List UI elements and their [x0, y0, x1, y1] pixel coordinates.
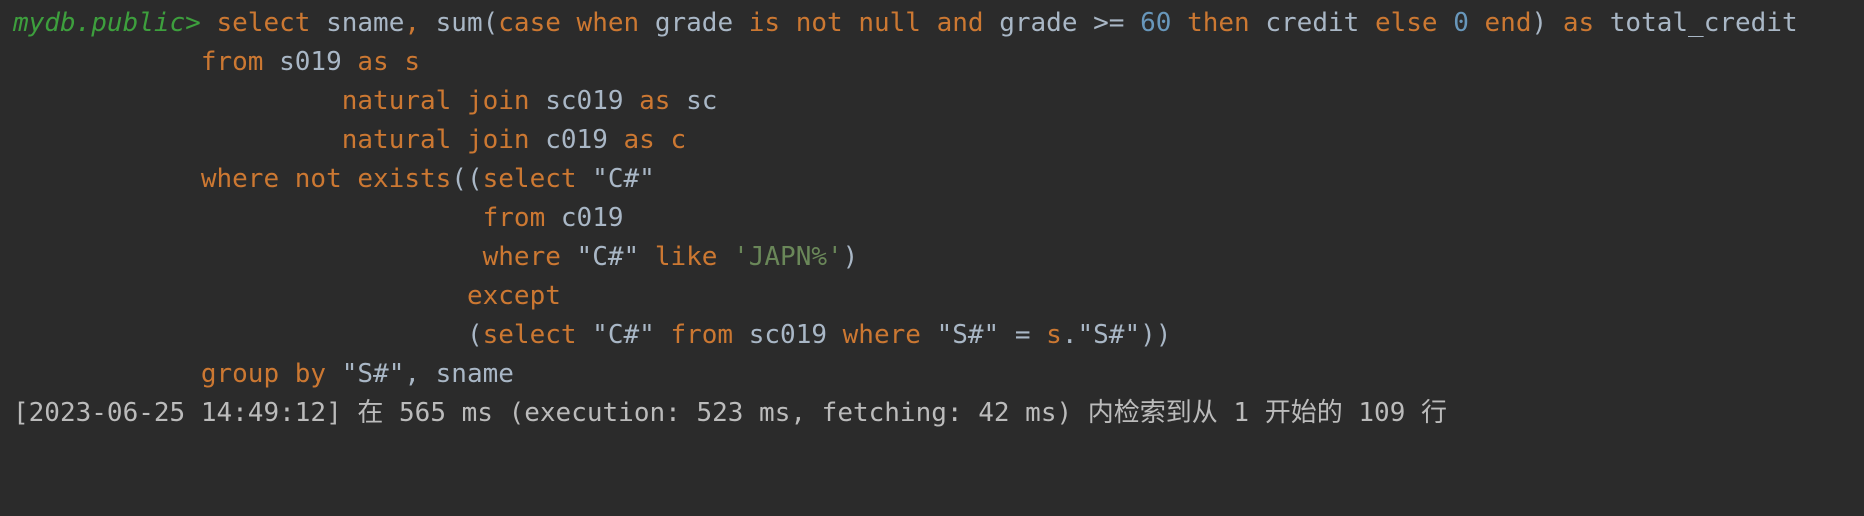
sql-token: s019: [263, 47, 358, 77]
sql-token: where: [842, 320, 921, 350]
sql-token: 60: [1140, 8, 1172, 38]
sql-token: select: [216, 8, 311, 38]
sql-token: natural join: [341, 86, 530, 116]
sql-token: as s: [357, 47, 421, 77]
console-prompt: mydb.public>: [13, 8, 201, 38]
sql-token: except: [466, 281, 561, 311]
sql-token: where not exists: [200, 164, 452, 194]
sql-token: grade: [639, 8, 749, 38]
sql-token: select: [482, 164, 577, 194]
sql-console[interactable]: mydb.public> select sname, sum(case when…: [0, 0, 1864, 516]
sql-token: total_credit: [1594, 8, 1798, 38]
sql-token: select: [482, 320, 577, 350]
sql-token: (: [466, 320, 483, 350]
sql-token: c019: [545, 203, 624, 233]
sql-token: ): [842, 242, 859, 272]
sql-token: as c: [623, 125, 687, 155]
sql-token: as: [1562, 8, 1595, 38]
sql-token: 0: [1437, 8, 1469, 38]
sql-token: "C#": [576, 164, 655, 194]
sql-token: from: [670, 320, 734, 350]
sql-token: like: [654, 242, 718, 272]
sql-token: sc019: [733, 320, 843, 350]
query-status-message: [2023-06-25 14:49:12] 在 565 ms (executio…: [13, 398, 1447, 428]
sql-token: s: [1046, 320, 1062, 350]
sql-token: group by: [200, 359, 327, 389]
sql-token: from: [200, 47, 264, 77]
sql-token: else: [1374, 8, 1438, 38]
sql-token: is not null and: [748, 8, 984, 38]
sql-token: ,: [404, 8, 420, 38]
sql-token: "S#", sname: [326, 359, 514, 389]
sql-token: grade >=: [983, 8, 1141, 38]
sql-token: natural join: [341, 125, 530, 155]
sql-token: 'JAPN%': [717, 242, 843, 272]
sql-token: then: [1171, 8, 1250, 38]
sql-token: end: [1468, 8, 1532, 38]
sql-token: as: [639, 86, 671, 116]
sql-token: "C#": [560, 242, 655, 272]
sql-token: sc: [670, 86, 718, 116]
sql-token: credit: [1249, 8, 1375, 38]
sql-token: sname: [310, 8, 405, 38]
sql-token: sc019: [529, 86, 640, 116]
sql-token: "C#": [576, 320, 671, 350]
sql-token: where: [482, 242, 561, 272]
sql-token: ): [1531, 8, 1563, 38]
sql-token: from: [482, 203, 546, 233]
sql-token: ."S#")): [1061, 320, 1172, 350]
sql-token: "S#" =: [920, 320, 1047, 350]
sql-token: ((: [451, 164, 483, 194]
sql-token: c019: [529, 125, 624, 155]
sql-token: case when: [498, 8, 640, 38]
sql-token: sum(: [420, 8, 499, 38]
